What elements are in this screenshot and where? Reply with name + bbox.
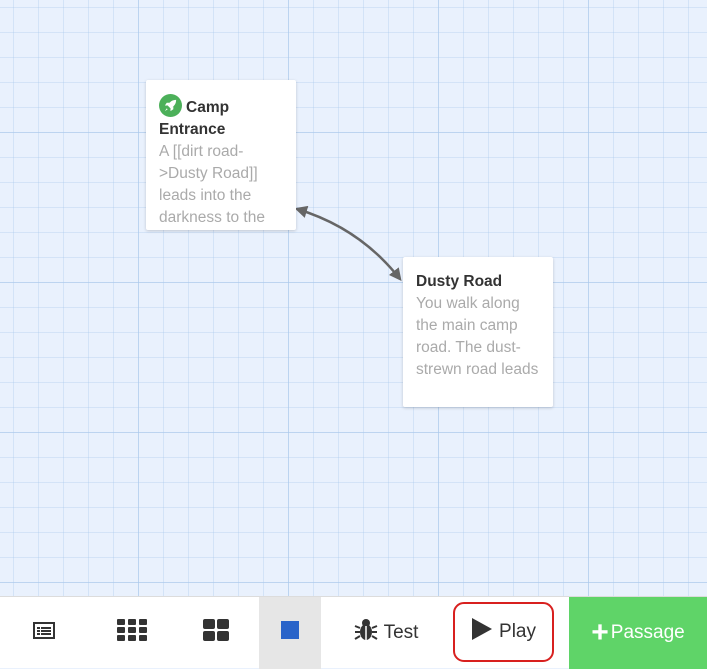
story-details-button[interactable]: [0, 597, 88, 669]
play-icon: [471, 617, 493, 647]
link-arrow: [294, 205, 402, 281]
zoom-large-button[interactable]: [259, 597, 321, 669]
plus-icon: +: [591, 616, 609, 649]
test-button[interactable]: Test: [330, 597, 442, 669]
rocket-icon: [159, 94, 182, 117]
play-label: Play: [499, 621, 536, 642]
passage-label: Passage: [610, 622, 685, 643]
passage-title-line1: Camp: [186, 99, 230, 116]
passage-excerpt: A [[dirt road->Dusty Road]] leads into t…: [159, 143, 265, 226]
passage-title: Camp Entrance: [159, 94, 284, 141]
story-toolbar: Test Play + Passage: [0, 596, 707, 669]
grid-small-icon: [117, 619, 147, 647]
passage-excerpt: You walk along the main camp road. The d…: [416, 295, 539, 378]
play-button[interactable]: Play: [453, 602, 554, 662]
passage-title-line2: Entrance: [159, 121, 226, 138]
grid-medium-icon: [202, 619, 229, 647]
test-label: Test: [383, 622, 419, 643]
passage-card-dusty-road[interactable]: Dusty Road You walk along the main camp …: [403, 257, 553, 407]
zoom-small-button[interactable]: [88, 597, 176, 669]
zoom-medium-button[interactable]: [173, 597, 258, 669]
add-passage-button[interactable]: + Passage: [569, 597, 707, 669]
story-map-canvas[interactable]: Camp Entrance A [[dirt road->Dusty Road]…: [0, 0, 707, 596]
passage-links: [294, 205, 402, 281]
passage-title: Dusty Road: [416, 273, 503, 290]
square-icon: [281, 621, 299, 645]
passage-card-camp-entrance[interactable]: Camp Entrance A [[dirt road->Dusty Road]…: [146, 80, 296, 230]
bug-icon: [354, 618, 378, 648]
story-details-icon: [33, 621, 55, 645]
